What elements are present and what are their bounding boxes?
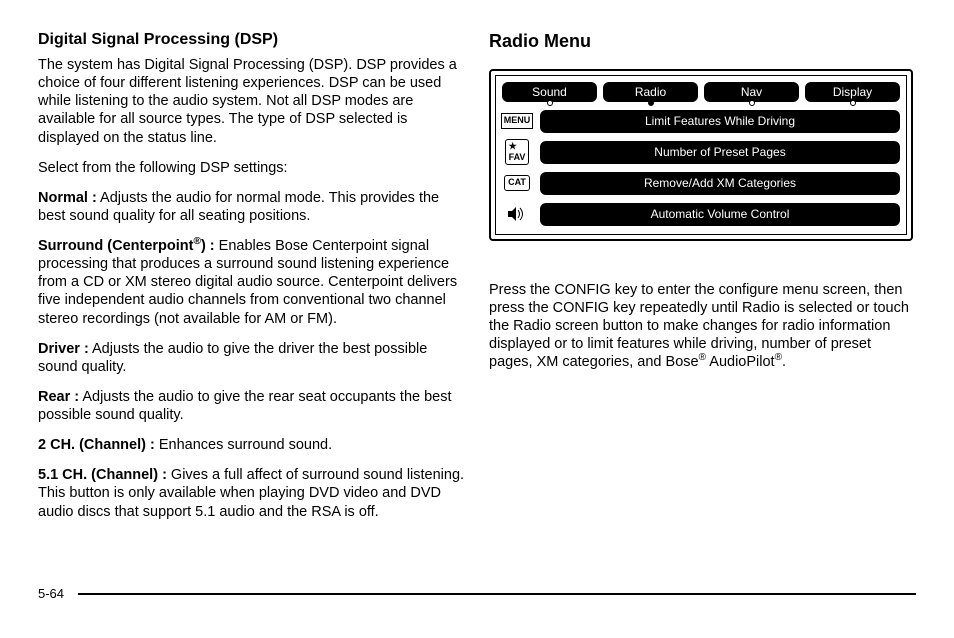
- radio-screen: Sound Radio Nav Display MENU Limit Featu…: [495, 75, 907, 235]
- dsp-intro: The system has Digital Signal Processing…: [38, 56, 465, 147]
- cat-icon: CAT: [502, 172, 532, 194]
- page-footer: 5-64: [38, 586, 916, 602]
- normal-text: Adjusts the audio for normal mode. This …: [38, 190, 439, 224]
- driver-label: Driver :: [38, 341, 89, 357]
- footer-rule: [78, 593, 916, 595]
- dsp-select: Select from the following DSP settings:: [38, 159, 465, 177]
- tab-nav[interactable]: Nav: [704, 82, 799, 102]
- ch51-label: 5.1 CH. (Channel) :: [38, 467, 167, 483]
- radio-menu-heading: Radio Menu: [489, 30, 916, 53]
- item-xm-categories[interactable]: Remove/Add XM Categories: [540, 172, 900, 195]
- radio-screen-figure: Sound Radio Nav Display MENU Limit Featu…: [489, 69, 913, 241]
- rear-label: Rear :: [38, 389, 79, 405]
- ch2-text: Enhances surround sound.: [155, 437, 332, 453]
- dsp-rear: Rear : Adjusts the audio to give the rea…: [38, 388, 465, 424]
- normal-label: Normal :: [38, 190, 97, 206]
- tab-row: Sound Radio Nav Display: [502, 82, 900, 102]
- dsp-heading: Digital Signal Processing (DSP): [38, 30, 465, 50]
- dsp-51ch: 5.1 CH. (Channel) : Gives a full affect …: [38, 466, 465, 520]
- tab-display[interactable]: Display: [805, 82, 900, 102]
- ch2-label: 2 CH. (Channel) :: [38, 437, 155, 453]
- dsp-surround: Surround (Centerpoint®) : Enables Bose C…: [38, 237, 465, 328]
- dsp-normal: Normal : Adjusts the audio for normal mo…: [38, 189, 465, 225]
- page-number: 5-64: [38, 586, 64, 602]
- left-column: Digital Signal Processing (DSP) The syst…: [38, 30, 465, 533]
- dsp-driver: Driver : Adjusts the audio to give the d…: [38, 340, 465, 376]
- tab-radio[interactable]: Radio: [603, 82, 698, 102]
- speaker-icon: [502, 203, 532, 225]
- tab-sound[interactable]: Sound: [502, 82, 597, 102]
- item-preset-pages[interactable]: Number of Preset Pages: [540, 141, 900, 164]
- menu-icon: MENU: [502, 110, 532, 132]
- fav-icon: ★FAV: [502, 141, 532, 163]
- rear-text: Adjusts the audio to give the rear seat …: [38, 389, 452, 423]
- surround-label: Surround (Centerpoint®) :: [38, 238, 215, 254]
- driver-text: Adjusts the audio to give the driver the…: [38, 341, 427, 375]
- item-avc[interactable]: Automatic Volume Control: [540, 203, 900, 226]
- item-limit-features[interactable]: Limit Features While Driving: [540, 110, 900, 133]
- dsp-2ch: 2 CH. (Channel) : Enhances surround soun…: [38, 436, 465, 454]
- right-column: Radio Menu Sound Radio Nav Display MENU …: [489, 30, 916, 533]
- radio-menu-paragraph: Press the CONFIG key to enter the config…: [489, 281, 916, 372]
